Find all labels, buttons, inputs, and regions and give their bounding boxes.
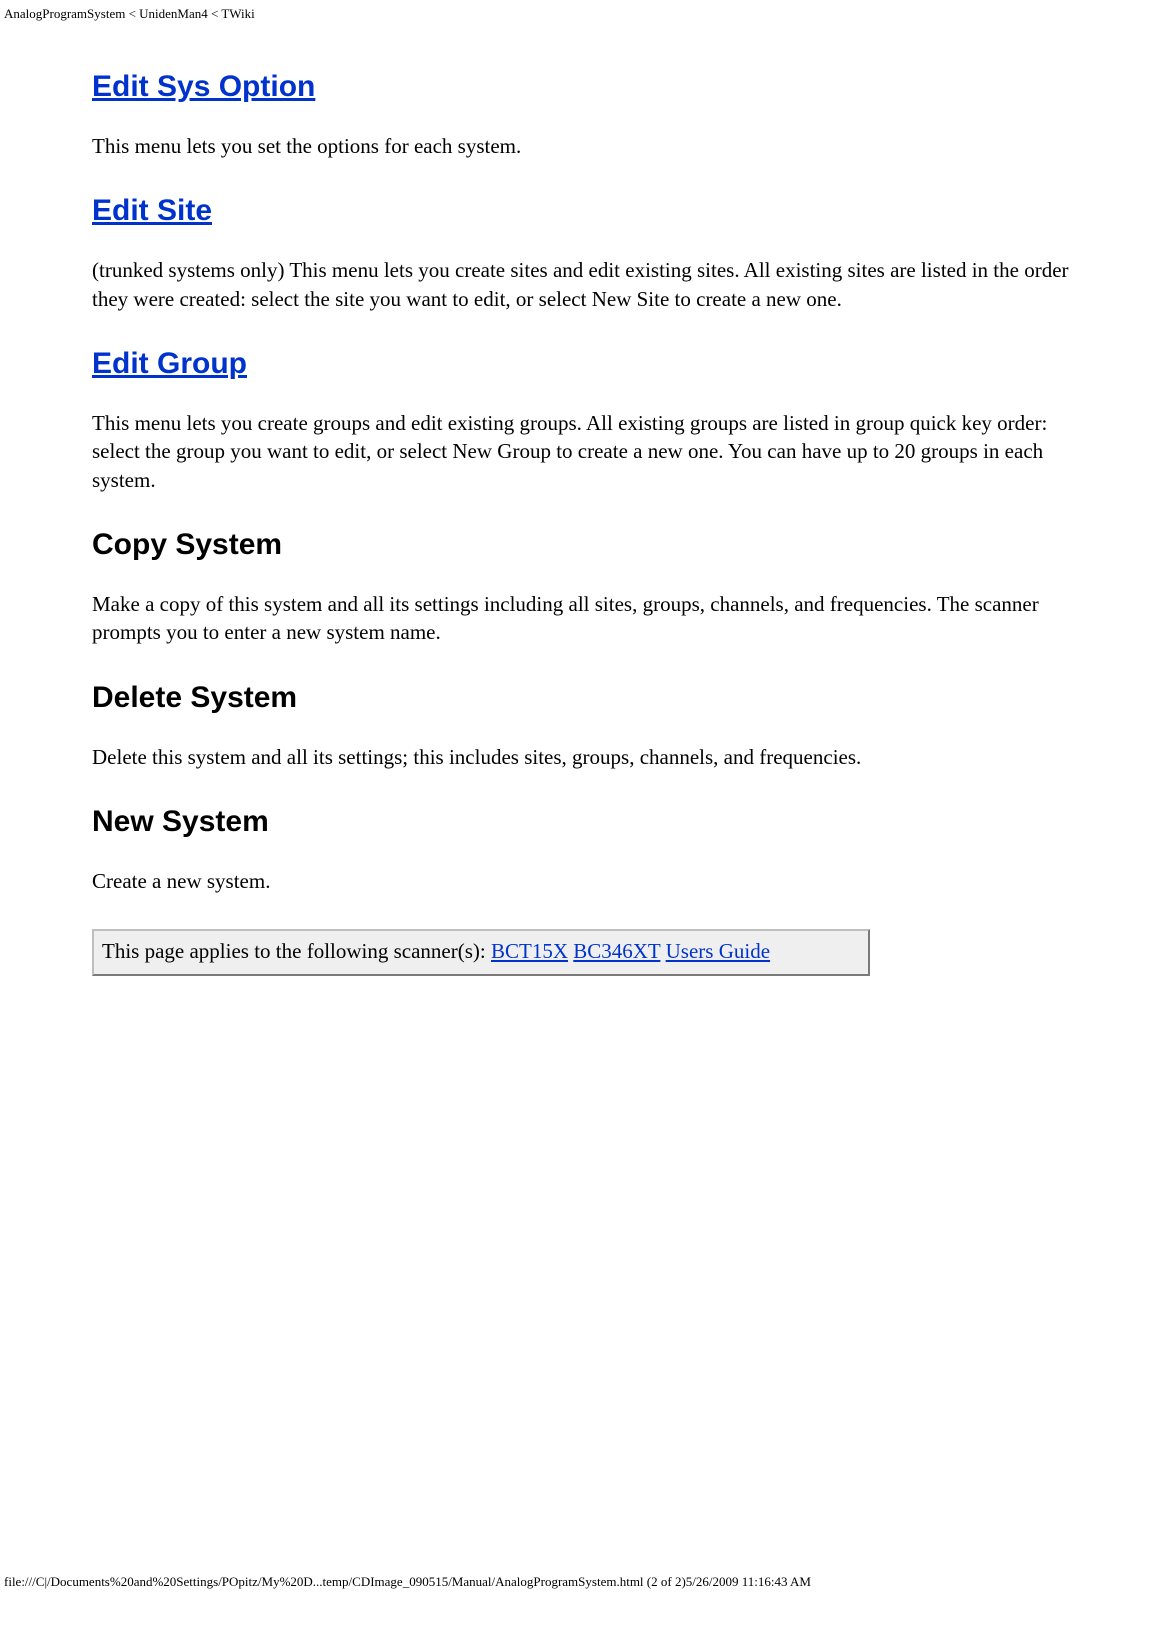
heading-delete-system: Delete System	[92, 681, 1072, 715]
applies-link-users-guide[interactable]: Users Guide	[666, 939, 770, 963]
applies-prefix: This page applies to the following scann…	[102, 939, 491, 963]
edit-site-link[interactable]: Edit Site	[92, 194, 212, 227]
edit-sys-option-link[interactable]: Edit Sys Option	[92, 70, 315, 103]
main-content: Edit Sys Option This menu lets you set t…	[92, 70, 1072, 976]
paragraph-edit-site: (trunked systems only) This menu lets yo…	[92, 256, 1072, 313]
edit-group-link[interactable]: Edit Group	[92, 347, 247, 380]
paragraph-copy-system: Make a copy of this system and all its s…	[92, 590, 1072, 647]
heading-copy-system: Copy System	[92, 528, 1072, 562]
header-path: AnalogProgramSystem < UnidenMan4 < TWiki	[4, 6, 1164, 22]
paragraph-edit-sys-option: This menu lets you set the options for e…	[92, 132, 1072, 160]
applies-link-bc346xt[interactable]: BC346XT	[573, 939, 660, 963]
footer-path: file:///C|/Documents%20and%20Settings/PO…	[4, 1574, 811, 1590]
heading-edit-group: Edit Group	[92, 347, 1072, 381]
heading-edit-sys-option: Edit Sys Option	[92, 70, 1072, 104]
paragraph-new-system: Create a new system.	[92, 867, 1072, 895]
applies-box: This page applies to the following scann…	[92, 929, 870, 975]
paragraph-delete-system: Delete this system and all its settings;…	[92, 743, 1072, 771]
heading-new-system: New System	[92, 805, 1072, 839]
applies-link-bct15x[interactable]: BCT15X	[491, 939, 568, 963]
heading-edit-site: Edit Site	[92, 194, 1072, 228]
paragraph-edit-group: This menu lets you create groups and edi…	[92, 409, 1072, 494]
